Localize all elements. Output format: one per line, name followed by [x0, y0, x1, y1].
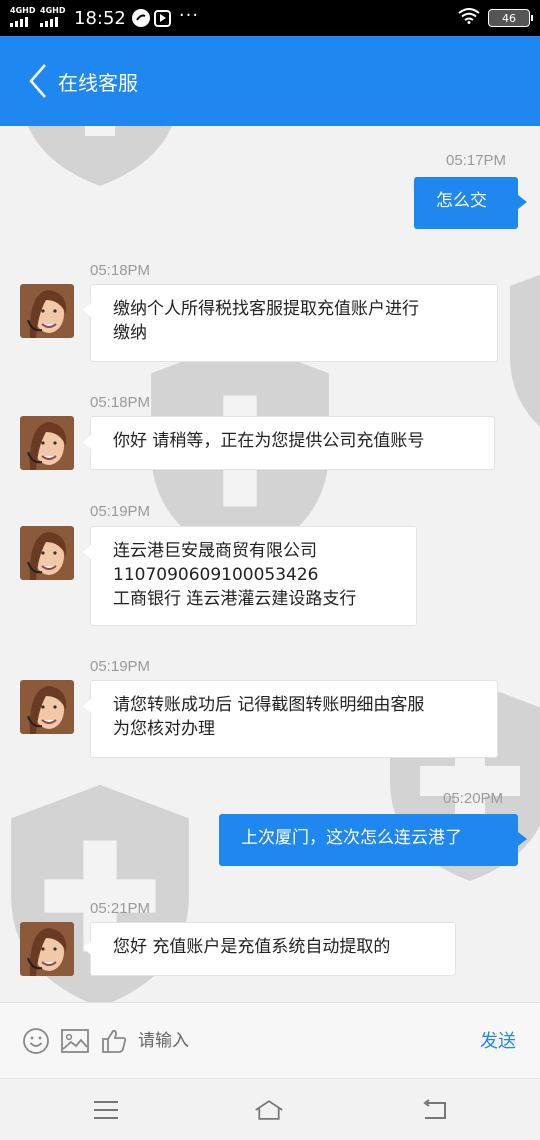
- battery-icon: 46: [488, 9, 533, 27]
- message-time: 05:19PM: [90, 503, 151, 520]
- message-time: 05:21PM: [90, 900, 151, 917]
- more-notifications-icon: ···: [178, 4, 200, 26]
- agent-avatar[interactable]: [20, 680, 74, 734]
- thumbs-up-icon[interactable]: [94, 1021, 134, 1061]
- message-text: 缴纳: [113, 323, 147, 343]
- signal-icon: 4GHD: [10, 7, 36, 29]
- message-text: 缴纳个人所得税找客服提取充值账户进行: [113, 299, 419, 319]
- message-bubble-received[interactable]: 连云港巨安晟商贸有限公司 1107090609100053426 工商银行 连云…: [83, 526, 417, 626]
- chevron-left-icon: [29, 64, 46, 98]
- message-text: 请您转账成功后 记得截图转账明细由客服: [113, 695, 425, 715]
- page-title: 在线客服: [58, 70, 138, 95]
- signal-label: 4GHD: [10, 6, 36, 15]
- message-bubble-received[interactable]: 你好 请稍等，正在为您提供公司充值账号: [83, 416, 495, 470]
- send-button[interactable]: 发送: [480, 1027, 516, 1053]
- app-header: 在线客服: [0, 36, 540, 126]
- message-text: 上次厦门，这次怎么连云港了: [241, 828, 462, 848]
- agent-avatar[interactable]: [20, 526, 74, 580]
- message-text: 工商银行 连云港灌云建设路支行: [113, 589, 357, 609]
- message-text: 您好 充值账户是充值系统自动提取的: [113, 937, 391, 957]
- back-button[interactable]: [18, 51, 58, 111]
- watermark-shield-icon: [510, 274, 540, 427]
- message-bubble-received[interactable]: 您好 充值账户是充值系统自动提取的: [83, 922, 456, 976]
- signal-icon: 4GHD: [40, 7, 66, 29]
- agent-avatar[interactable]: [20, 284, 74, 338]
- browser-icon: [131, 9, 150, 27]
- input-bar: 发送: [0, 1002, 540, 1078]
- image-icon[interactable]: [55, 1021, 95, 1061]
- status-time: 18:52: [74, 7, 126, 29]
- message-bubble-sent[interactable]: 怎么交: [414, 177, 527, 229]
- status-bar: 4GHD 4GHD 18:52 ··· 46: [0, 0, 540, 36]
- message-text: 连云港巨安晟商贸有限公司: [113, 541, 317, 561]
- message-text: 怎么交: [436, 191, 487, 211]
- watermark-shield-icon: [27, 126, 173, 186]
- emoji-icon[interactable]: [16, 1021, 56, 1061]
- message-text: 1107090609100053426: [113, 565, 319, 585]
- message-time: 05:19PM: [90, 658, 151, 675]
- message-text: 你好 请稍等，正在为您提供公司充值账号: [113, 431, 425, 451]
- chat-area[interactable]: 05:17PM 怎么交 05:18PM 缴纳个人所得税找客服提取充值账户进行 缴…: [0, 126, 540, 1002]
- home-icon[interactable]: [254, 1095, 284, 1125]
- system-nav-bar: [0, 1078, 540, 1140]
- video-icon: [153, 9, 171, 27]
- agent-avatar[interactable]: [20, 922, 74, 976]
- message-time: 05:17PM: [446, 152, 507, 169]
- message-time: 05:20PM: [443, 790, 504, 807]
- message-time: 05:18PM: [90, 394, 151, 411]
- menu-icon[interactable]: [91, 1095, 121, 1125]
- message-bubble-received[interactable]: 请您转账成功后 记得截图转账明细由客服 为您核对办理: [83, 680, 498, 758]
- wifi-icon: [458, 8, 480, 28]
- message-bubble-sent[interactable]: 上次厦门，这次怎么连云港了: [219, 814, 527, 866]
- message-time: 05:18PM: [90, 262, 151, 279]
- signal-label: 4GHD: [40, 6, 66, 15]
- message-text: 为您核对办理: [113, 719, 215, 739]
- message-bubble-received[interactable]: 缴纳个人所得税找客服提取充值账户进行 缴纳: [83, 284, 498, 362]
- agent-avatar[interactable]: [20, 416, 74, 470]
- message-input[interactable]: [138, 1015, 458, 1067]
- back-icon[interactable]: [420, 1095, 450, 1125]
